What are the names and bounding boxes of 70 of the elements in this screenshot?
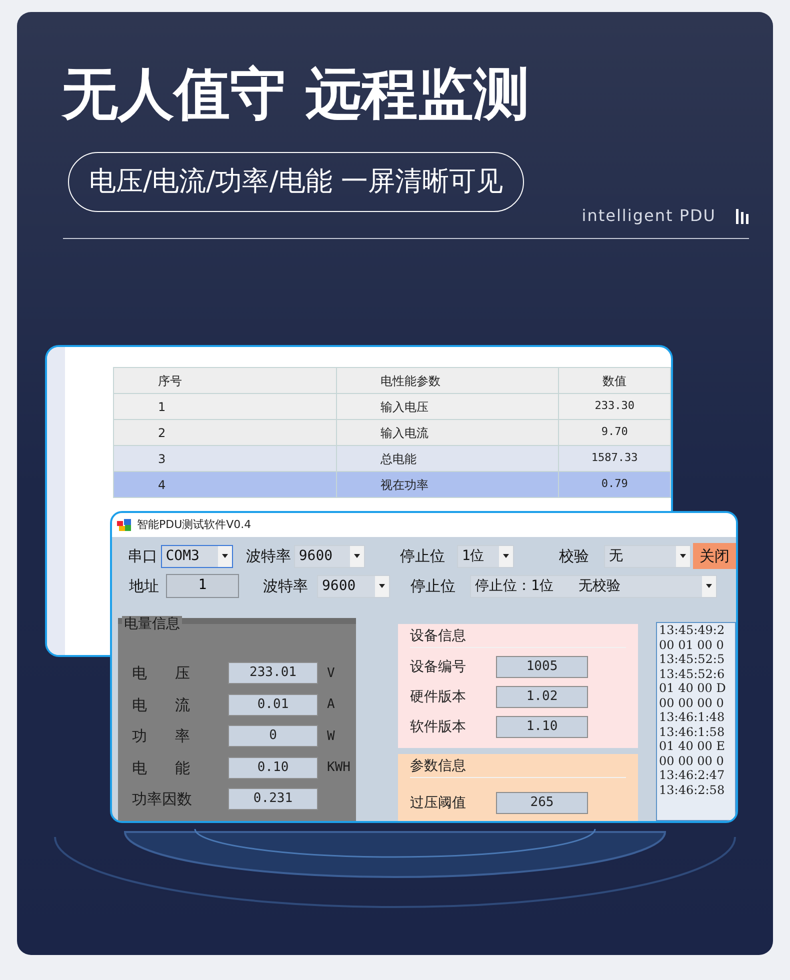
field-label: 电 能 bbox=[132, 758, 190, 778]
field-label: 软件版本 bbox=[410, 718, 467, 736]
field-label: 波特率 bbox=[245, 546, 292, 567]
panel-title: 电量信息 bbox=[122, 616, 182, 632]
log-line: 13:46:2:47 bbox=[659, 768, 726, 782]
field-label: 停止位 bbox=[399, 546, 446, 567]
value-field: 233.01 bbox=[228, 662, 318, 684]
close-button[interactable]: 关闭 bbox=[693, 543, 736, 569]
dropdown[interactable]: COM3 bbox=[160, 544, 234, 568]
subtitle-pill: 电压/电流/功率/电能 一屏清晰可见 bbox=[68, 152, 524, 212]
field-label: 功率因数 bbox=[132, 789, 190, 810]
caret-icon bbox=[676, 546, 690, 566]
field-label: 波特率 bbox=[262, 576, 309, 597]
dropdown[interactable]: 9600 bbox=[317, 574, 390, 598]
field-label: 硬件版本 bbox=[410, 688, 467, 706]
column-header: 序号 bbox=[114, 368, 336, 394]
column-header: 电性能参数 bbox=[336, 368, 559, 394]
log-line: 13:45:52:6 bbox=[659, 666, 726, 681]
table-cell: 4 bbox=[114, 472, 336, 498]
caret-icon bbox=[350, 546, 364, 566]
field-label: 设备编号 bbox=[410, 658, 467, 676]
caret-icon bbox=[218, 546, 232, 566]
log-line: 13:45:52:5 bbox=[659, 652, 726, 666]
log-line: 00 01 00 0 bbox=[659, 638, 725, 652]
app-icon bbox=[117, 519, 131, 531]
caret-icon bbox=[499, 546, 514, 566]
unit-label: KWH bbox=[327, 759, 350, 777]
log-line: 13:46:1:48 bbox=[659, 710, 726, 724]
log-line: 01 40 00 E bbox=[659, 739, 726, 754]
log-line: 00 00 00 0 bbox=[659, 754, 725, 768]
field-label: 电 流 bbox=[132, 694, 190, 716]
column-header: 数值 bbox=[558, 368, 670, 394]
log-line: 13:45:49:2 bbox=[659, 623, 726, 638]
value-field: 0.10 bbox=[228, 756, 318, 779]
dropdown[interactable]: 停止位：1位 无校验 bbox=[470, 574, 717, 598]
dropdown[interactable]: 9600 bbox=[294, 544, 366, 568]
field-label: 串口 bbox=[126, 546, 158, 567]
caret-icon bbox=[702, 576, 716, 596]
bars-icon bbox=[736, 208, 749, 224]
value-field: 0.01 bbox=[228, 694, 318, 716]
unit-label: W bbox=[327, 728, 335, 746]
value-field: 1005 bbox=[496, 656, 588, 678]
field-label: 停止位 bbox=[410, 576, 456, 597]
input-field[interactable]: 1 bbox=[166, 574, 239, 598]
caret-icon bbox=[375, 576, 389, 596]
headline: 无人值守 远程监测 bbox=[62, 61, 530, 129]
value-field: 1.10 bbox=[496, 716, 588, 738]
dropdown[interactable]: 1位 bbox=[456, 544, 514, 568]
tagline: intelligent PDU bbox=[582, 205, 716, 227]
log-line: 01 40 00 D bbox=[659, 681, 727, 696]
panel-title: 设备信息 bbox=[410, 626, 626, 648]
field-label: 电 压 bbox=[132, 663, 190, 684]
table-cell: 视在功率 bbox=[336, 472, 559, 498]
value-field: 0 bbox=[228, 725, 318, 748]
panel-title: 参数信息 bbox=[410, 756, 626, 778]
table-cell: 0.79 bbox=[558, 472, 670, 498]
value-field: 0.231 bbox=[228, 788, 318, 810]
dropdown[interactable]: 无 bbox=[604, 544, 692, 568]
value-field: 265 bbox=[496, 792, 588, 814]
log-line: 13:46:1:58 bbox=[659, 724, 726, 739]
log-line: 13:46:2:58 bbox=[659, 782, 726, 797]
field-label: 功 率 bbox=[132, 726, 190, 747]
field-label: 校验 bbox=[558, 546, 590, 567]
field-label: 过压阈值 bbox=[410, 794, 467, 812]
unit-label: A bbox=[327, 696, 335, 714]
value-field: 1.02 bbox=[496, 686, 588, 708]
log-line: 00 00 00 0 bbox=[659, 696, 725, 710]
window-title: 智能PDU测试软件V0.4 bbox=[137, 516, 252, 533]
unit-label: V bbox=[327, 664, 335, 682]
field-label: 地址 bbox=[128, 576, 160, 597]
